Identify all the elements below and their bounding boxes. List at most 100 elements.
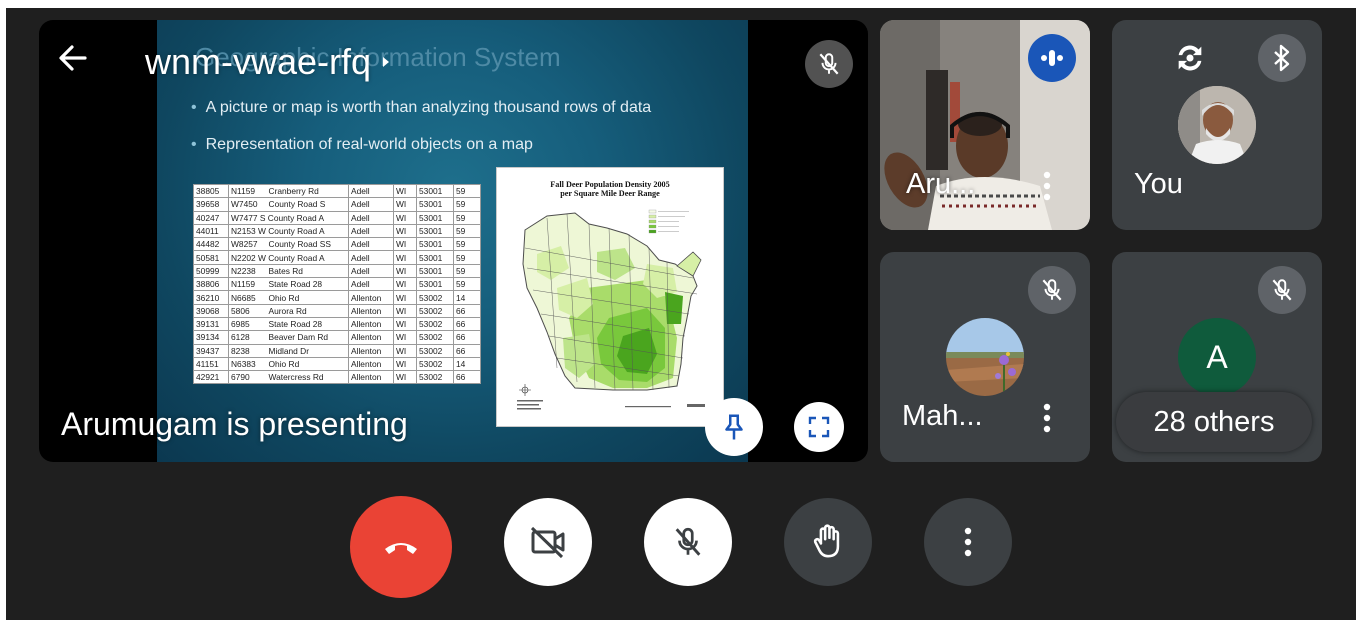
table-cell: WI xyxy=(393,370,417,385)
table-cell: WI xyxy=(393,223,417,239)
table-row: 50581 N2202 W County Road A Adell WI 53001 59 xyxy=(193,250,481,265)
table-cell: Allenton xyxy=(348,356,394,372)
table-row: 42921 6790 Watercress Rd Allenton WI 53002 66 xyxy=(193,370,481,385)
table-cell: N6685 xyxy=(227,290,267,305)
table-cell: County Road S xyxy=(266,197,349,212)
speaking-indicator xyxy=(1028,34,1076,82)
table-cell: Allenton xyxy=(348,303,394,318)
address-table: 38805 N1159 Cranberry Rd Adell WI 53001 59 3965… xyxy=(193,183,481,385)
table-cell: WI xyxy=(393,250,417,265)
table-cell: 53001 xyxy=(416,237,454,252)
table-cell: 59 xyxy=(453,183,481,199)
table-cell: 53002 xyxy=(416,303,454,318)
avatar xyxy=(946,318,1024,396)
table-cell: Midland Dr xyxy=(266,343,349,358)
pin-button[interactable] xyxy=(705,398,763,456)
back-button[interactable] xyxy=(55,40,91,76)
table-cell: 53001 xyxy=(416,263,454,279)
participant-tile-arumugam[interactable]: Aru... xyxy=(880,20,1090,230)
table-cell: 44482 xyxy=(193,237,229,252)
mic-off-icon xyxy=(819,53,839,75)
table-cell: Adell xyxy=(348,250,394,265)
table-cell: 66 xyxy=(453,303,481,318)
fullscreen-button[interactable] xyxy=(794,402,844,452)
table-cell: 50581 xyxy=(193,250,229,265)
table-row: 39658 W7450 County Road S Adell WI 53001 59 xyxy=(193,197,481,212)
table-row: 44011 N2153 W County Road A Adell WI 53001 59 xyxy=(193,223,481,239)
table-cell: Beaver Dam Rd xyxy=(266,330,349,345)
chevron-right-icon xyxy=(383,57,390,67)
participant-tile-others[interactable]: A 28 others xyxy=(1112,252,1322,462)
table-cell: 53001 xyxy=(416,197,454,212)
table-cell: 40247 xyxy=(193,210,229,225)
end-call-button[interactable] xyxy=(350,496,452,598)
pin-icon xyxy=(725,414,743,440)
camera-flip-icon xyxy=(1178,45,1202,71)
table-cell: N2238 xyxy=(227,263,267,279)
shared-slide: Geographic Information System • A picture… xyxy=(157,20,748,462)
table-cell: Adell xyxy=(348,183,394,199)
table-cell: 6985 xyxy=(227,316,267,332)
table-cell: Allenton xyxy=(348,316,394,332)
table-cell: 53001 xyxy=(416,183,454,199)
table-cell: 59 xyxy=(453,250,481,265)
deer-density-map: Fall Deer Population Density 2005 per Sq… xyxy=(496,167,724,427)
participant-more-button[interactable] xyxy=(1040,168,1054,204)
table-cell: Allenton xyxy=(348,330,394,345)
meet-app: Geographic Information System • A picture… xyxy=(6,8,1356,620)
table-cell: 36210 xyxy=(193,290,229,305)
presentation-tile[interactable]: Geographic Information System • A picture… xyxy=(39,20,868,462)
table-cell: Adell xyxy=(348,237,394,252)
table-cell: 42921 xyxy=(193,370,229,385)
table-cell: WI xyxy=(393,277,417,292)
bluetooth-icon xyxy=(1274,44,1290,72)
slide-bullet-1: • A picture or map is worth than analyzin… xyxy=(191,99,652,116)
participant-name: Aru... xyxy=(906,168,976,200)
table-cell: 53001 xyxy=(416,210,454,225)
table-cell: 38805 xyxy=(193,183,229,199)
table-cell: N2153 W County Road A xyxy=(228,223,349,239)
table-cell: WI xyxy=(393,316,417,332)
table-cell: Ohio Rd xyxy=(266,290,349,305)
camera-toggle-button[interactable] xyxy=(504,498,592,586)
table-row: 41151 N6383 Ohio Rd Allenton WI 53002 14 xyxy=(193,356,481,372)
others-count-chip[interactable]: 28 others xyxy=(1116,392,1312,452)
table-cell: 66 xyxy=(453,316,481,332)
table-cell: W7450 xyxy=(227,197,267,212)
table-cell: 14 xyxy=(453,356,481,372)
others-count-label: 28 others xyxy=(1153,405,1275,438)
meeting-code-button[interactable]: wnm-vwae-rfq xyxy=(145,40,393,84)
table-cell: 50999 xyxy=(193,263,229,279)
table-cell: WI xyxy=(393,197,417,212)
table-cell: State Road 28 xyxy=(266,316,349,332)
table-cell: Ohio Rd xyxy=(266,356,349,372)
mic-toggle-button[interactable] xyxy=(644,498,732,586)
table-row: 38806 N1159 State Road 28 Adell WI 53001 59 xyxy=(193,277,481,292)
raise-hand-button[interactable] xyxy=(784,498,872,586)
camera-flip-button[interactable] xyxy=(1166,34,1214,82)
mic-off-badge xyxy=(1028,266,1076,314)
table-cell: 53002 xyxy=(416,290,454,305)
more-options-button[interactable] xyxy=(924,498,1012,586)
table-cell: 66 xyxy=(453,343,481,358)
avatar-photo xyxy=(1178,86,1256,164)
table-cell: 53002 xyxy=(416,343,454,358)
table-cell: 14 xyxy=(453,290,481,305)
arrow-left-icon xyxy=(59,45,87,71)
table-cell: WI xyxy=(393,210,417,225)
participant-more-button[interactable] xyxy=(1040,400,1054,436)
avatar-photo xyxy=(946,318,1024,396)
audio-wave-icon xyxy=(1041,50,1063,66)
participant-tile-you[interactable]: You xyxy=(1112,20,1322,230)
table-cell: 59 xyxy=(453,277,481,292)
table-cell: WI xyxy=(393,356,417,372)
participant-tile-mah[interactable]: Mah... xyxy=(880,252,1090,462)
bluetooth-audio-button[interactable] xyxy=(1258,34,1306,82)
table-cell: 66 xyxy=(453,330,481,345)
raise-hand-icon xyxy=(813,524,840,558)
table-row: 39437 8238 Midland Dr Allenton WI 53002 66 xyxy=(193,343,481,358)
table-cell: N2202 W County Road A xyxy=(228,250,349,265)
table-cell: Allenton xyxy=(348,290,394,305)
participant-name: Mah... xyxy=(902,400,983,432)
table-row: 44482 W8257 County Road SS Adell WI 53001 59 xyxy=(193,237,481,252)
